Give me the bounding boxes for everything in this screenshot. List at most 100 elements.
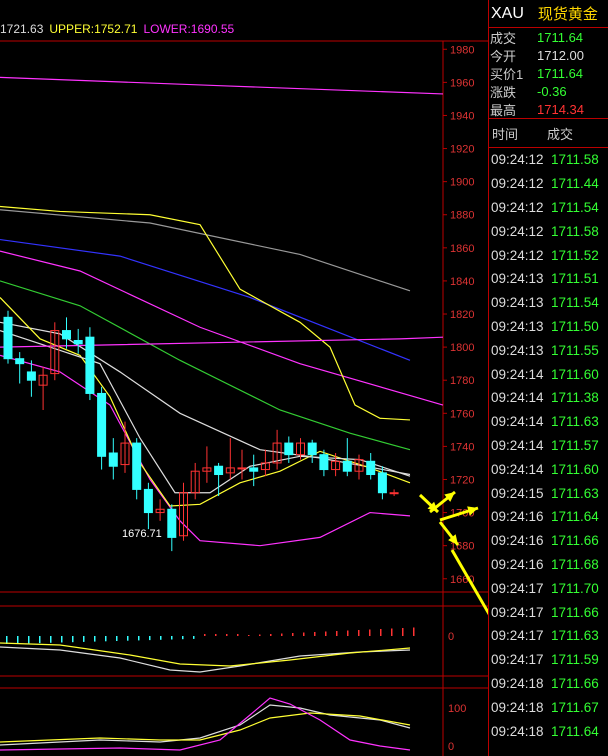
tick-time: 09:24:17 bbox=[491, 652, 544, 668]
kdj-panel: 100 0 bbox=[0, 697, 466, 753]
tick-price: 1711.66 bbox=[551, 533, 599, 549]
price-tick-label: 1860 bbox=[450, 243, 474, 255]
tick-row: 09:24:14 1711.63 bbox=[489, 410, 608, 434]
candle bbox=[225, 438, 235, 480]
macd-bar bbox=[281, 633, 283, 636]
macd-bar bbox=[94, 636, 96, 642]
boll-upper-value: UPPER:1752.71 bbox=[49, 22, 138, 36]
candle-body bbox=[85, 336, 95, 394]
quote-value: 1711.64 bbox=[537, 29, 584, 45]
candle bbox=[260, 449, 270, 477]
macd-panel: 0 bbox=[0, 627, 454, 673]
macd-dea-line bbox=[0, 642, 411, 667]
tick-row: 09:24:13 1711.55 bbox=[489, 338, 608, 362]
macd-bar bbox=[336, 631, 338, 636]
tick-time: 09:24:18 bbox=[491, 699, 544, 715]
price-tick-label: 1880 bbox=[450, 210, 474, 222]
macd-bar bbox=[369, 629, 371, 636]
tick-price: 1711.55 bbox=[551, 342, 599, 358]
tick-time: 09:24:18 bbox=[491, 675, 544, 691]
price-tick-label: 1900 bbox=[450, 177, 474, 189]
tick-list[interactable]: 09:24:12 1711.58 09:24:12 1711.44 09:24:12 17… bbox=[489, 148, 608, 743]
quote-label: 最高 bbox=[490, 102, 517, 118]
ticks-header-price: 成交 bbox=[547, 126, 574, 142]
tick-row: 09:24:13 1711.50 bbox=[489, 315, 608, 339]
macd-bar bbox=[380, 629, 382, 636]
tick-time: 09:24:12 bbox=[491, 247, 544, 263]
boll-mid bbox=[0, 321, 411, 476]
tick-time: 09:24:14 bbox=[491, 414, 544, 430]
candle-body bbox=[3, 316, 13, 360]
tick-row: 09:24:12 1711.52 bbox=[489, 243, 608, 267]
tick-time: 09:24:12 bbox=[491, 176, 544, 192]
tick-time: 09:24:16 bbox=[491, 556, 544, 572]
tick-row: 09:24:12 1711.58 bbox=[489, 219, 608, 243]
candle bbox=[179, 482, 188, 541]
macd-bar bbox=[347, 630, 349, 636]
tick-price: 1711.70 bbox=[551, 580, 599, 596]
macd-bar bbox=[248, 635, 250, 636]
ma-gray bbox=[0, 209, 411, 292]
macd-bar bbox=[160, 636, 162, 640]
tick-price: 1711.52 bbox=[551, 247, 599, 263]
macd-bar bbox=[61, 636, 63, 643]
tick-price: 1711.50 bbox=[551, 318, 599, 334]
candle bbox=[366, 453, 376, 480]
tick-price: 1711.63 bbox=[551, 628, 599, 644]
tick-row: 09:24:12 1711.58 bbox=[489, 148, 608, 172]
tick-row: 09:24:14 1711.60 bbox=[489, 457, 608, 481]
tick-time: 09:24:12 bbox=[491, 152, 544, 168]
candle bbox=[389, 489, 399, 497]
quote-label: 今开 bbox=[490, 48, 517, 64]
tick-time: 09:24:17 bbox=[491, 628, 544, 644]
price-tick-label: 1940 bbox=[450, 110, 474, 122]
boll-upper bbox=[0, 205, 411, 421]
candle-body bbox=[167, 508, 177, 538]
quote-value: -0.36 bbox=[537, 83, 567, 99]
ticks-header: 时间 成交 bbox=[489, 118, 608, 148]
candle bbox=[3, 310, 13, 364]
candle-body bbox=[377, 472, 387, 494]
price-tick-label: 1720 bbox=[450, 474, 474, 486]
price-tick-label: 1800 bbox=[450, 342, 474, 354]
price-chart[interactable]: 1980 1960 1940 1920 1900 1880 1860 1840 1820 1800… bbox=[0, 0, 488, 756]
candle-body bbox=[249, 467, 259, 472]
tick-row: 09:24:14 1711.57 bbox=[489, 434, 608, 458]
tick-row: 09:24:17 1711.59 bbox=[489, 648, 608, 672]
tick-price: 1711.51 bbox=[551, 271, 599, 287]
symbol-name: 现货黄金 bbox=[537, 6, 598, 23]
boll-mid-value: 1721.63 bbox=[0, 22, 44, 36]
candle-body bbox=[62, 330, 71, 340]
candle bbox=[237, 449, 247, 480]
tick-time: 09:24:16 bbox=[491, 509, 544, 525]
candle bbox=[331, 453, 341, 477]
tick-time: 09:24:17 bbox=[491, 604, 544, 620]
macd-axis-label: 0 bbox=[448, 631, 454, 643]
candle bbox=[73, 328, 83, 354]
macd-bar bbox=[226, 634, 228, 636]
tick-row: 09:24:18 1711.66 bbox=[489, 672, 608, 696]
tick-time: 09:24:13 bbox=[491, 342, 544, 358]
tick-time: 09:24:13 bbox=[491, 318, 544, 334]
tick-time: 09:24:16 bbox=[491, 533, 544, 549]
quote-row: 买价1 1711.64 bbox=[489, 64, 608, 82]
price-axis: 1980 1960 1940 1920 1900 1880 1860 1840 1820 1800… bbox=[443, 44, 474, 586]
tick-price: 1711.60 bbox=[551, 461, 599, 477]
macd-bar bbox=[182, 636, 184, 640]
tick-row: 09:24:14 1711.38 bbox=[489, 386, 608, 410]
quote-panel: XAU 现货黄金 成交 1711.64 今开 1712.00 买价1 1711.64 涨跌 -… bbox=[488, 0, 608, 756]
quote-label: 买价1 bbox=[490, 66, 524, 82]
symbol-header: XAU 现货黄金 bbox=[489, 0, 608, 28]
candle bbox=[132, 438, 142, 500]
macd-bar bbox=[270, 634, 272, 636]
candle bbox=[272, 429, 282, 470]
tick-price: 1711.54 bbox=[551, 295, 599, 311]
price-tick-label: 1920 bbox=[450, 144, 474, 156]
tick-time: 09:24:14 bbox=[491, 366, 544, 382]
macd-dif-line bbox=[0, 646, 411, 673]
tick-row: 09:24:13 1711.54 bbox=[489, 291, 608, 315]
boll-lower-value: LOWER:1690.55 bbox=[143, 22, 235, 36]
candle-body bbox=[284, 442, 294, 456]
symbol-code: XAU bbox=[491, 4, 524, 22]
tick-row: 09:24:16 1711.66 bbox=[489, 529, 608, 553]
